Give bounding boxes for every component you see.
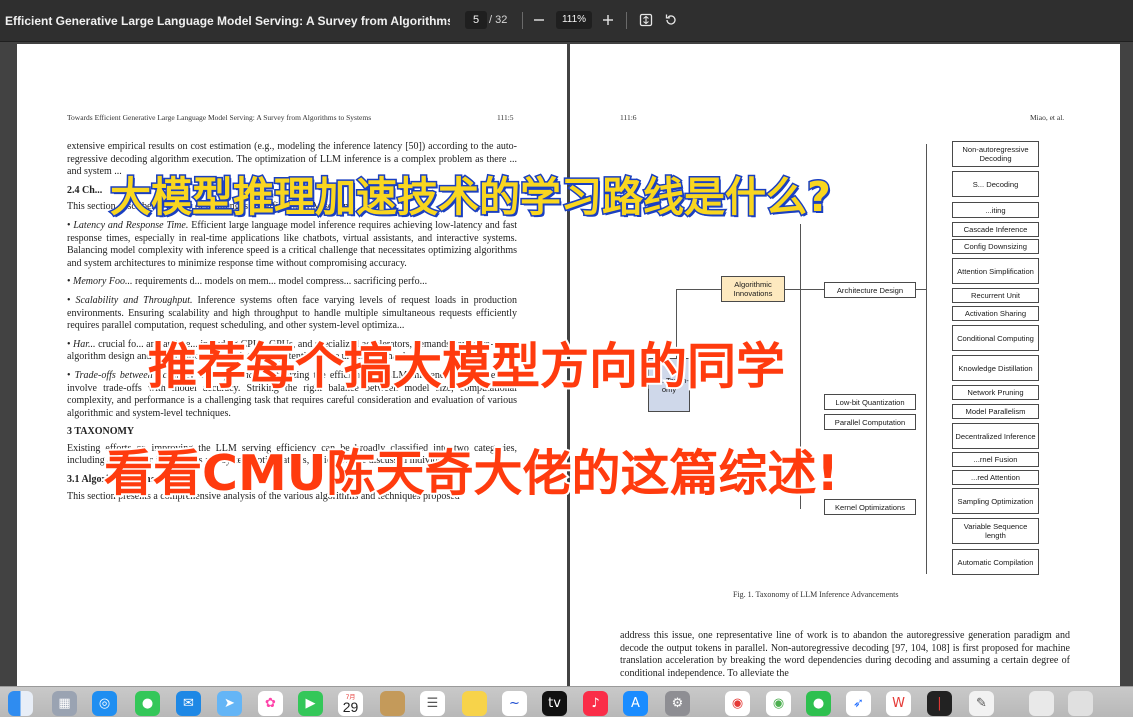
leaf-node: Model Parallelism bbox=[952, 404, 1039, 419]
photos-icon[interactable]: ✿ bbox=[258, 691, 283, 716]
right-page-body: address this issue, one representative l… bbox=[620, 630, 1070, 679]
bullet-text: requirements d... models on mem... model… bbox=[134, 276, 428, 288]
page-number: 111:6 bbox=[620, 113, 637, 122]
preview-icon[interactable] bbox=[1029, 691, 1054, 716]
bullet-item: • Memory Foo... requirements d... models… bbox=[67, 276, 428, 288]
leaf-node: S... Decoding bbox=[952, 171, 1039, 197]
leaf-node: Activation Sharing bbox=[952, 306, 1039, 321]
zoom-level-input[interactable]: 111% bbox=[556, 11, 592, 29]
wechat-icon[interactable]: ● bbox=[806, 691, 831, 716]
page-number: 111:5 bbox=[497, 113, 514, 122]
parallel-computation-node: Parallel Computation bbox=[824, 414, 916, 430]
leaf-node: ...red Attention bbox=[952, 470, 1039, 485]
leaf-node: Attention Simplification bbox=[952, 258, 1039, 284]
architecture-design-node: Architecture Design bbox=[824, 282, 916, 298]
safari-icon[interactable]: ◎ bbox=[92, 691, 117, 716]
overlay-caption-3: 看看CMU陈天奇大佬的这篇综述! bbox=[102, 443, 841, 504]
overlay-caption-2: 推荐每个搞大模型方向的同学 bbox=[146, 336, 787, 397]
settings-icon[interactable]: ⚙ bbox=[665, 691, 690, 716]
mail-icon[interactable]: ✉ bbox=[176, 691, 201, 716]
figure-caption: Fig. 1. Taxonomy of LLM Inference Advanc… bbox=[733, 590, 899, 599]
wps-icon[interactable]: W bbox=[886, 691, 911, 716]
notes-icon[interactable] bbox=[380, 691, 405, 716]
feishu-icon[interactable]: ➶ bbox=[846, 691, 871, 716]
leaf-node: Decentralized Inference bbox=[952, 423, 1039, 449]
browser-icon[interactable]: ◉ bbox=[766, 691, 791, 716]
pdf-viewer-window: Efficient Generative Large Language Mode… bbox=[0, 0, 1133, 717]
algorithmic-innovations-node: Algorithmic Innovations bbox=[721, 276, 785, 302]
bullet-item: • Latency and Response Time. Efficient l… bbox=[67, 219, 518, 269]
music-icon[interactable]: ♪ bbox=[583, 691, 608, 716]
finder-icon[interactable] bbox=[8, 691, 33, 716]
connector bbox=[676, 289, 721, 290]
viewer-toolbar: Efficient Generative Large Language Mode… bbox=[0, 0, 1133, 42]
launchpad-icon[interactable]: ▦ bbox=[52, 691, 77, 716]
connector bbox=[916, 289, 926, 290]
fit-page-icon[interactable] bbox=[636, 10, 656, 30]
overlay-caption-1: 大模型推理加速技术的学习路线是什么? bbox=[109, 172, 833, 223]
messages-icon[interactable]: ● bbox=[135, 691, 160, 716]
minus-icon[interactable] bbox=[529, 10, 549, 30]
freeform-icon[interactable]: ~ bbox=[502, 691, 527, 716]
connector bbox=[784, 289, 824, 290]
paper-icon[interactable]: ✎ bbox=[969, 691, 994, 716]
bullet-heading: Memory Foo... bbox=[73, 276, 133, 288]
chrome-icon[interactable]: ◉ bbox=[725, 691, 750, 716]
toolbar-divider bbox=[626, 12, 627, 29]
leaf-node: Network Pruning bbox=[952, 385, 1039, 400]
calendar-day: 29 bbox=[342, 699, 359, 715]
maps-icon[interactable]: ➤ bbox=[217, 691, 242, 716]
connector bbox=[926, 144, 927, 574]
trash-icon[interactable] bbox=[1068, 691, 1093, 716]
reminders-icon[interactable]: ☰ bbox=[420, 691, 445, 716]
leaf-node: ...rnel Fusion bbox=[952, 452, 1039, 467]
leaf-node: Config Downsizing bbox=[952, 239, 1039, 254]
stickies-icon[interactable] bbox=[462, 691, 487, 716]
leaf-node: Variable Sequence length bbox=[952, 518, 1039, 544]
leaf-node: Non-autoregressive Decoding bbox=[952, 141, 1039, 167]
rotate-icon[interactable] bbox=[661, 10, 681, 30]
toolbar-divider bbox=[522, 12, 523, 29]
leaf-node: Conditional Computing bbox=[952, 325, 1039, 351]
leaf-node: Automatic Compilation bbox=[952, 549, 1039, 575]
leaf-node: Recurrent Unit bbox=[952, 288, 1039, 303]
page-total: / 32 bbox=[489, 14, 508, 26]
appletv-icon[interactable]: tv bbox=[542, 691, 567, 716]
leaf-node: Cascade Inference bbox=[952, 222, 1039, 237]
leaf-node: Sampling Optimization bbox=[952, 488, 1039, 514]
media-icon[interactable]: | bbox=[927, 691, 952, 716]
bullet-heading: Scalability and Throughput. bbox=[75, 294, 193, 306]
leaf-node: Knowledge Distillation bbox=[952, 355, 1039, 381]
bullet-heading: Har... bbox=[73, 338, 96, 350]
document-title: Efficient Generative Large Language Mode… bbox=[5, 14, 450, 28]
running-head-authors: Miao, et al. bbox=[1030, 113, 1065, 122]
page-number-input[interactable]: 5 bbox=[465, 11, 487, 29]
leaf-node: ...iting bbox=[952, 202, 1039, 218]
low-bit-quantization-node: Low-bit Quantization bbox=[824, 394, 916, 410]
dock: ▦ ◎ ● ✉ ➤ ✿ ▶ 7月 29 ☰ ~ tv ♪ A ⚙ ◉ ◉ ● ➶… bbox=[0, 686, 1133, 717]
calendar-icon[interactable]: 7月 29 bbox=[338, 691, 363, 716]
appstore-icon[interactable]: A bbox=[623, 691, 648, 716]
running-head: Towards Efficient Generative Large Langu… bbox=[67, 113, 372, 122]
facetime-icon[interactable]: ▶ bbox=[298, 691, 323, 716]
plus-icon[interactable] bbox=[598, 10, 618, 30]
